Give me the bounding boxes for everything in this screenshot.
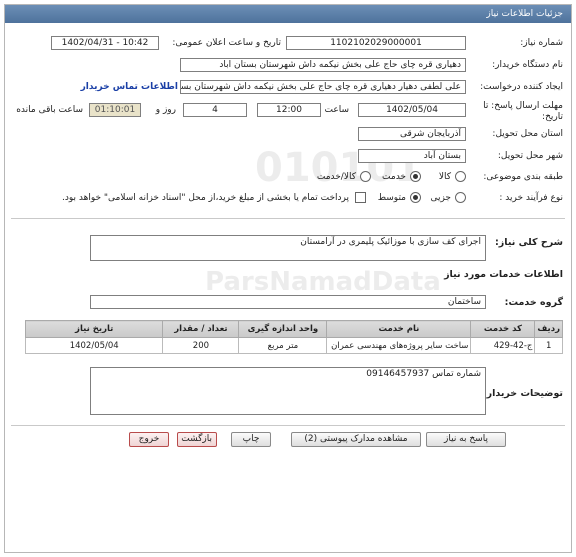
divider-1 <box>11 218 565 219</box>
cell-code: ج-42-429 <box>470 337 536 354</box>
deadline-days-label: روز و <box>155 105 176 115</box>
print-button[interactable]: چاپ <box>231 432 271 447</box>
category-radio-goods[interactable] <box>455 171 466 182</box>
deadline-label: مهلت ارسال پاسخ: تا <box>483 101 563 111</box>
back-button[interactable]: بازگشت <box>177 432 217 447</box>
process-option-minor: جزیی <box>430 193 451 203</box>
reply-button[interactable]: پاسخ به نیاز <box>426 432 506 447</box>
buyer-notes-label: توضیحات خریدار: <box>482 388 563 399</box>
buyer-contact-link[interactable]: اطلاعات تماس خریدار <box>81 82 178 92</box>
announce-value: 1402/04/31 - 10:42 <box>51 36 159 50</box>
category-radio-service[interactable] <box>410 171 421 182</box>
deadline-date: 1402/05/04 <box>358 103 466 117</box>
panel-title: جزئیات اطلاعات نیاز <box>5 5 571 23</box>
exit-button[interactable]: خروج <box>129 432 169 447</box>
need-number-label: شماره نیاز: <box>520 38 563 48</box>
category-label: طبقه بندی موضوعی: <box>483 172 563 182</box>
creator-label: ایجاد کننده درخواست: <box>480 82 563 92</box>
attachments-button[interactable]: مشاهده مدارک پیوستی (2) <box>291 432 421 447</box>
table-row: 1 ج-42-429 ساخت سایر پروژه‌های مهندسی عم… <box>24 337 563 354</box>
category-radio-goods-service[interactable] <box>360 171 371 182</box>
remaining-label: ساعت باقی مانده <box>16 105 83 115</box>
services-table: ردیف کد خدمت نام خدمت واحد اندازه گیری ت… <box>24 320 563 354</box>
process-radio-medium[interactable] <box>410 192 421 203</box>
col-code: کد خدمت <box>470 320 536 338</box>
treasury-checkbox[interactable] <box>355 192 366 203</box>
city-value: بستان آباد <box>358 149 466 163</box>
announce-label: تاریخ و ساعت اعلان عمومی: <box>172 38 281 48</box>
need-details-panel: جزئیات اطلاعات نیاز 010101 ParsNamadData… <box>4 4 572 553</box>
cell-quantity: 200 <box>162 337 240 354</box>
service-group-label: گروه خدمت: <box>504 297 563 308</box>
col-date: تاریخ نیاز <box>24 320 164 338</box>
services-title: اطلاعات خدمات مورد نیاز <box>444 269 563 280</box>
process-label: نوع فرآیند خرید : <box>499 193 563 203</box>
col-quantity: تعداد / مقدار <box>162 320 240 338</box>
buyer-notes-value: شماره تماس 09146457937 <box>90 367 486 415</box>
treasury-note: پرداخت تمام یا بخشی از مبلغ خرید،از محل … <box>61 193 349 203</box>
process-radio-minor[interactable] <box>455 192 466 203</box>
deadline-time-label: ساعت <box>324 105 350 115</box>
deadline-time: 12:00 <box>257 103 321 117</box>
table-header-row: ردیف کد خدمت نام خدمت واحد اندازه گیری ت… <box>24 320 563 338</box>
buyer-label: نام دستگاه خریدار: <box>492 60 563 70</box>
summary-label: شرح کلی نیاز: <box>494 237 563 248</box>
cell-unit: متر مربع <box>238 337 328 354</box>
process-option-medium: متوسط <box>377 193 406 203</box>
buyer-value: دهیاری قره چای حاج علی بخش نیکمه داش شهر… <box>180 58 466 72</box>
remaining-time: 01:10:01 <box>89 103 141 117</box>
city-label: شهر محل تحویل: <box>497 151 563 161</box>
service-group-value: ساختمان <box>90 295 486 309</box>
col-unit: واحد اندازه گیری <box>238 320 328 338</box>
category-option-goods-service: کالا/خدمت <box>316 172 356 182</box>
deadline-days: 4 <box>183 103 247 117</box>
col-name: نام خدمت <box>326 320 472 338</box>
summary-value: اجرای کف سازی با موزائیک پلیمری در آرامس… <box>90 235 486 261</box>
need-number-value: 1102102029000001 <box>286 36 466 50</box>
category-option-service: خدمت <box>382 172 406 182</box>
creator-value: علی لطفی دهیار دهیاری قره چای حاج علی بخ… <box>180 80 466 94</box>
deadline-label-date: تاریخ: <box>542 112 563 122</box>
watermark-brand: ParsNamadData <box>205 267 441 297</box>
cell-name: ساخت سایر پروژه‌های مهندسی عمران <box>326 337 472 354</box>
col-row: ردیف <box>534 320 563 338</box>
divider-2 <box>11 425 565 426</box>
cell-row: 1 <box>534 337 563 354</box>
province-label: استان محل تحویل: <box>492 129 563 139</box>
province-value: آذربایجان شرقی <box>358 127 466 141</box>
cell-date: 1402/05/04 <box>24 337 164 354</box>
category-option-goods: کالا <box>438 172 451 182</box>
